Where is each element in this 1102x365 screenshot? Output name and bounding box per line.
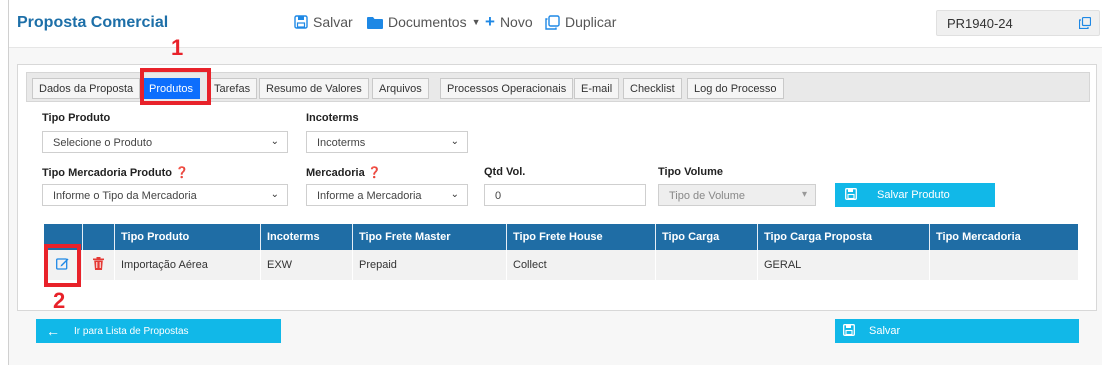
annotation-box-produtos-tab — [140, 68, 211, 105]
new-button[interactable]: + Novo — [485, 12, 533, 31]
table-header-tipo-mercadoria: Tipo Mercadoria — [929, 224, 1078, 250]
floppy-disk-icon — [843, 323, 855, 339]
annotation-number-2: 2 — [53, 288, 66, 313]
table-row: Importação Aérea EXW Prepaid Collect GER… — [44, 250, 1078, 280]
tipo-produto-value: Selecione o Produto — [53, 137, 153, 149]
back-to-proposals-button[interactable]: ← Ir para Lista de Propostas — [36, 319, 281, 343]
tipo-mercadoria-produto-select[interactable]: Informe o Tipo da Mercadoria ⌄ — [42, 184, 288, 206]
chevron-down-icon: ⌄ — [450, 136, 459, 147]
mercadoria-value: Informe a Mercadoria — [317, 190, 422, 202]
save-button-label: Salvar — [869, 325, 901, 337]
save-button[interactable]: Salvar — [835, 319, 1079, 343]
table-header-tipo-frete-house: Tipo Frete House — [506, 224, 655, 250]
tipo-volume-select[interactable]: Tipo de Volume ▾ — [658, 184, 816, 206]
help-icon[interactable]: ❓ — [175, 167, 189, 179]
table-header-incoterms: Incoterms — [260, 224, 352, 250]
table-header-tipo-frete-master: Tipo Frete Master — [352, 224, 506, 250]
chevron-down-icon: ⌄ — [270, 136, 279, 147]
arrow-left-icon: ← — [46, 323, 60, 339]
tab-log-do-processo[interactable]: Log do Processo — [687, 78, 784, 99]
mercadoria-label-text: Mercadoria — [306, 167, 365, 179]
copy-icon — [545, 14, 560, 30]
cell-tipo-frete-master: Prepaid — [352, 250, 506, 280]
table-header-delete — [82, 224, 114, 250]
floppy-disk-icon — [294, 15, 308, 29]
proposal-code-field[interactable]: PR1940-24 — [936, 10, 1100, 36]
cell-tipo-produto: Importação Aérea — [114, 250, 260, 280]
tab-arquivos[interactable]: Arquivos — [372, 78, 429, 99]
annotation-box-edit-icon — [44, 244, 81, 287]
tab-processos-operacionais[interactable]: Processos Operacionais — [440, 78, 574, 99]
tipo-produto-label: Tipo Produto — [42, 112, 111, 124]
folder-icon — [367, 16, 383, 29]
documents-label: Documentos — [388, 14, 467, 30]
mercadoria-label: Mercadoria ❓ — [306, 166, 381, 179]
new-label: Novo — [499, 14, 533, 30]
qtd-vol-input[interactable]: 0 — [484, 184, 646, 206]
table-header-tipo-carga-proposta: Tipo Carga Proposta — [757, 224, 929, 250]
back-to-proposals-label: Ir para Lista de Propostas — [74, 325, 189, 337]
plus-icon: + — [485, 12, 495, 31]
chevron-down-icon: ⌄ — [270, 189, 279, 200]
tipo-mercadoria-produto-label: Tipo Mercadoria Produto ❓ — [42, 166, 189, 179]
qtd-vol-label: Qtd Vol. — [484, 166, 526, 178]
cell-tipo-frete-house: Collect — [506, 250, 655, 280]
cell-tipo-carga-proposta: GERAL — [757, 250, 929, 280]
help-icon[interactable]: ❓ — [368, 167, 382, 179]
proposal-code-value: PR1940-24 — [947, 16, 1013, 31]
tipo-mercadoria-produto-value: Informe o Tipo da Mercadoria — [53, 190, 197, 202]
salvar-produto-button[interactable]: Salvar Produto — [835, 183, 995, 207]
save-toolbar-button[interactable]: Salvar — [294, 14, 353, 30]
annotation-number-1: 1 — [171, 35, 184, 60]
chevron-down-icon: ⌄ — [450, 189, 459, 200]
copy-icon[interactable] — [1078, 16, 1092, 32]
floppy-disk-icon — [845, 187, 857, 203]
tab-dados-da-proposta[interactable]: Dados da Proposta — [32, 78, 141, 99]
salvar-produto-label: Salvar Produto — [877, 189, 950, 201]
mercadoria-select[interactable]: Informe a Mercadoria ⌄ — [306, 184, 468, 206]
tipo-volume-value: Tipo de Volume — [669, 190, 746, 202]
tab-e-mail[interactable]: E-mail — [574, 78, 620, 99]
tab-resumo-de-valores[interactable]: Resumo de Valores — [259, 78, 369, 99]
table-header: Tipo Produto Incoterms Tipo Frete Master… — [44, 224, 1078, 250]
incoterms-value: Incoterms — [317, 137, 366, 149]
incoterms-label: Incoterms — [306, 112, 359, 124]
documents-dropdown[interactable]: Documentos ▼ — [367, 14, 481, 30]
save-toolbar-label: Salvar — [313, 14, 353, 30]
cell-incoterms: EXW — [260, 250, 352, 280]
tab-tarefas[interactable]: Tarefas — [207, 78, 258, 99]
page: Proposta Comercial Salvar Documentos ▼ +… — [8, 0, 1102, 365]
caret-down-icon: ▼ — [471, 17, 481, 27]
qtd-vol-value: 0 — [495, 190, 502, 202]
chevron-down-icon: ▾ — [801, 189, 807, 200]
trash-icon[interactable] — [93, 257, 104, 273]
tipo-volume-label: Tipo Volume — [658, 166, 723, 178]
tipo-produto-select[interactable]: Selecione o Produto ⌄ — [42, 131, 288, 153]
page-title: Proposta Comercial — [17, 14, 169, 31]
duplicate-label: Duplicar — [565, 14, 617, 30]
delete-cell — [82, 250, 114, 280]
incoterms-select[interactable]: Incoterms ⌄ — [306, 131, 468, 153]
duplicate-button[interactable]: Duplicar — [545, 14, 616, 30]
tab-checklist[interactable]: Checklist — [623, 78, 682, 99]
table-header-tipo-produto: Tipo Produto — [114, 224, 260, 250]
cell-tipo-mercadoria — [929, 250, 1078, 280]
tipo-mercadoria-produto-label-text: Tipo Mercadoria Produto — [42, 167, 172, 179]
table-header-tipo-carga: Tipo Carga — [655, 224, 757, 250]
cell-tipo-carga — [655, 250, 757, 280]
